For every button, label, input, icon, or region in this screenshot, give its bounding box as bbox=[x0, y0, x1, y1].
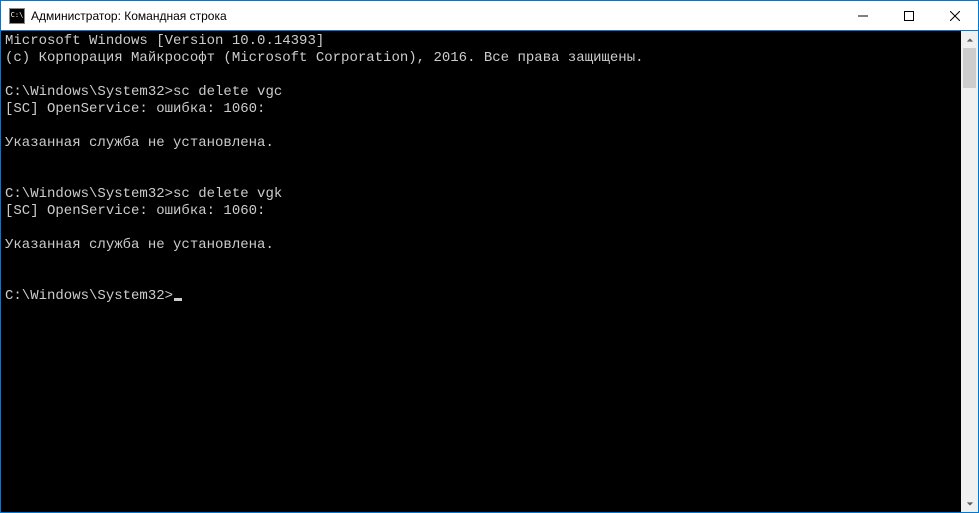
chevron-up-icon bbox=[966, 36, 974, 44]
terminal-line: (c) Корпорация Майкрософт (Microsoft Cor… bbox=[5, 50, 957, 67]
terminal-line bbox=[5, 220, 957, 237]
titlebar[interactable]: C:\ Администратор: Командная строка bbox=[1, 1, 978, 31]
scroll-track[interactable] bbox=[961, 48, 978, 495]
close-icon bbox=[950, 11, 960, 21]
terminal-line: Указанная служба не установлена. bbox=[5, 237, 957, 254]
minimize-button[interactable] bbox=[840, 1, 886, 30]
close-button[interactable] bbox=[932, 1, 978, 30]
scroll-up-button[interactable] bbox=[961, 31, 978, 48]
terminal-line: [SC] OpenService: ошибка: 1060: bbox=[5, 203, 957, 220]
maximize-button[interactable] bbox=[886, 1, 932, 30]
maximize-icon bbox=[904, 11, 914, 21]
terminal-output[interactable]: Microsoft Windows [Version 10.0.14393](c… bbox=[1, 31, 961, 512]
scroll-thumb[interactable] bbox=[963, 48, 976, 88]
window-title: Администратор: Командная строка bbox=[31, 9, 840, 23]
terminal-line: C:\Windows\System32> bbox=[5, 288, 957, 305]
vertical-scrollbar[interactable] bbox=[961, 31, 978, 512]
cmd-icon-label: C:\ bbox=[11, 12, 24, 19]
terminal-line bbox=[5, 254, 957, 271]
terminal-line: C:\Windows\System32>sc delete vgc bbox=[5, 84, 957, 101]
minimize-icon bbox=[858, 11, 868, 21]
terminal-line bbox=[5, 169, 957, 186]
terminal-line bbox=[5, 271, 957, 288]
terminal-line: Microsoft Windows [Version 10.0.14393] bbox=[5, 33, 957, 50]
terminal-line bbox=[5, 152, 957, 169]
terminal-cursor bbox=[174, 298, 182, 301]
terminal-line: C:\Windows\System32>sc delete vgk bbox=[5, 186, 957, 203]
scroll-down-button[interactable] bbox=[961, 495, 978, 512]
terminal-line: Указанная служба не установлена. bbox=[5, 135, 957, 152]
client-area: Microsoft Windows [Version 10.0.14393](c… bbox=[1, 31, 978, 512]
cmd-icon: C:\ bbox=[9, 8, 25, 24]
chevron-down-icon bbox=[966, 500, 974, 508]
terminal-line bbox=[5, 118, 957, 135]
window-controls bbox=[840, 1, 978, 30]
terminal-line bbox=[5, 67, 957, 84]
terminal-line: [SC] OpenService: ошибка: 1060: bbox=[5, 101, 957, 118]
